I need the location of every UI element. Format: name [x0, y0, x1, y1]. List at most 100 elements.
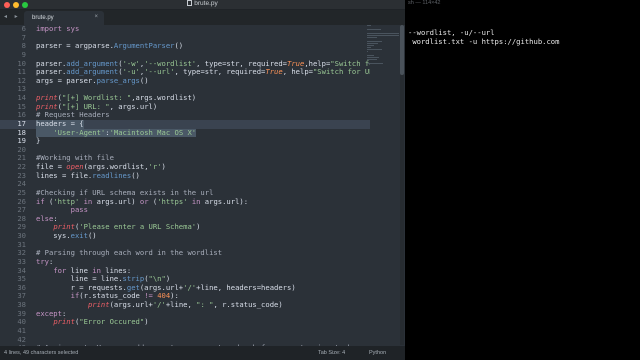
code-token: '/' [152, 300, 166, 309]
code-token: parse_args [96, 75, 140, 85]
minimap-line [367, 25, 371, 26]
code-token: print [87, 300, 110, 309]
code-token: '--url' [144, 67, 175, 77]
code-token: , args.url) [109, 101, 158, 111]
code-token: # Parsing through each word in the wordl… [36, 248, 223, 258]
code-token: True [265, 67, 283, 77]
code-line[interactable]: 8 parser = argparse.ArgumentParser() [0, 41, 370, 51]
minimap-line [367, 59, 377, 60]
terminal-line: --wordlist, -u/--url [408, 28, 495, 37]
code-token: () [87, 231, 97, 240]
code-line[interactable]: 40 print("Error Occured") [0, 317, 370, 327]
code-token: ) [196, 222, 201, 232]
terminal-title: sh — 114×42 [408, 0, 441, 6]
code-token: lines = file. [36, 170, 93, 180]
tab-nav-arrows-icon[interactable]: ◂ ▸ [4, 13, 21, 20]
code-text: 'User-Agent':'Macintosh Mac OS X' [36, 127, 197, 138]
code-token: ( [148, 196, 158, 206]
code-text: args = parser.parse_args() [36, 75, 149, 86]
code-token: readlines [92, 170, 132, 180]
code-token: 'https' [157, 196, 188, 206]
editor-window: brute.py ◂ ▸ brute.py × 6 import sys 7 8 par… [0, 0, 405, 360]
syntax-setting[interactable]: Python [369, 346, 386, 360]
code-text: } [36, 136, 41, 146]
code-token: , type=str, required= [174, 67, 266, 77]
window-title: brute.py [194, 0, 218, 7]
code-token: sys. [36, 231, 71, 240]
terminal-window[interactable]: sh — 114×42 --wordlist, -u/--url wordlis… [405, 0, 640, 360]
code-token: "Switch for URL" [312, 67, 370, 77]
minimap-line [367, 57, 379, 58]
code-token: , help= [282, 67, 313, 77]
code-token: or [139, 196, 149, 206]
code-line[interactable]: 41 [0, 326, 370, 336]
code-line[interactable]: 32 # Parsing through each word in the wor… [0, 248, 370, 258]
code-token: 'User-Agent' [53, 127, 106, 137]
code-token: args.url): [200, 196, 249, 206]
tab-size-setting[interactable]: Tab Size: 4 [318, 346, 345, 360]
code-text: import sys [36, 25, 79, 34]
minimap-line [367, 37, 378, 38]
code-line[interactable]: 18 'User-Agent':'Macintosh Mac OS X' [0, 127, 370, 138]
code-token: pass [70, 205, 88, 215]
code-text: parser = argparse.ArgumentParser() [36, 41, 184, 51]
code-token: 'Please enter a URL Schema' [79, 222, 197, 232]
code-line[interactable]: 12 args = parser.parse_args() [0, 75, 370, 86]
code-line[interactable]: 19} [0, 136, 370, 146]
code-token: +line, headers=headers) [196, 282, 296, 292]
minimap-line [367, 55, 375, 56]
minimap-line [367, 35, 400, 36]
code-line[interactable]: 23 lines = file.readlines() [0, 170, 370, 181]
code-token: ) [161, 162, 166, 171]
minimap[interactable] [367, 25, 403, 65]
window-title-wrap: brute.py [0, 0, 405, 10]
code-token: 'Macintosh Mac OS X' [109, 127, 197, 137]
code-text: # Parsing through each word in the wordl… [36, 248, 223, 258]
code-token: } [36, 136, 41, 146]
code-token: ) [144, 317, 149, 327]
tab-brute-py[interactable]: brute.py × [24, 11, 104, 25]
code-token: "Error Occured" [79, 317, 145, 327]
window-titlebar: brute.py [0, 0, 405, 10]
code-line[interactable]: 6 import sys [0, 25, 370, 34]
tab-label: brute.py [32, 15, 54, 21]
code-token: exit [70, 231, 88, 240]
status-bar: 4 lines, 49 characters selected Tab Size… [0, 346, 405, 360]
code-token: '/' [183, 282, 197, 292]
code-token: 'r' [148, 162, 162, 171]
minimap-line [367, 45, 374, 46]
file-icon [187, 0, 193, 6]
minimap-line [367, 29, 381, 30]
code-token: args = parser. [36, 75, 97, 85]
code-text: lines = file.readlines() [36, 170, 140, 181]
code-area[interactable]: 6 import sys 7 8 parser = argparse.ArgumentP… [0, 25, 370, 346]
close-tab-icon[interactable]: × [94, 14, 98, 20]
selection-status: 4 lines, 49 characters selected [4, 350, 79, 356]
minimap-line [367, 33, 400, 34]
tab-bar: ◂ ▸ brute.py × [0, 10, 405, 25]
code-token: () [174, 41, 184, 51]
code-text: sys.exit() [36, 231, 97, 241]
minimap-line [367, 63, 384, 64]
code-token: ": " [196, 300, 214, 309]
code-token: import sys [36, 25, 80, 33]
minimap-line [367, 47, 372, 48]
minimap-line [367, 49, 382, 50]
code-token: print [53, 317, 75, 327]
scrollbar-thumb[interactable] [400, 25, 404, 75]
code-token: args.url) [92, 196, 140, 206]
code-token: +line, [165, 300, 197, 309]
minimap-line [367, 43, 379, 44]
code-text: print("Error Occured") [36, 317, 149, 327]
code-token: () [139, 75, 149, 85]
code-token: ArgumentParser [113, 41, 175, 51]
code-token: , r.status_code) [213, 300, 283, 309]
vertical-scrollbar[interactable] [400, 25, 404, 345]
code-text: print(args.url+'/'+line, ": ", r.status_… [36, 300, 283, 310]
code-line[interactable]: 30 sys.exit() [0, 231, 370, 241]
code-token: parser = argparse. [36, 41, 114, 51]
code-token: () [131, 170, 140, 180]
terminal-line: wordlist.txt -u https://github.com [408, 37, 560, 46]
minimap-line [367, 41, 382, 42]
